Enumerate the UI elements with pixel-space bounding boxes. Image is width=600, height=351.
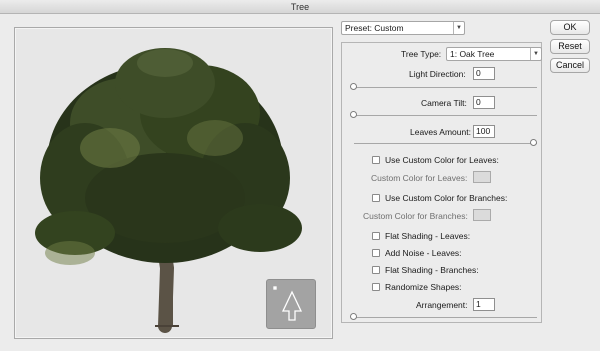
camera-tilt-field[interactable]: 0 — [473, 96, 495, 109]
tree-tool-button[interactable] — [266, 279, 316, 329]
tree-outline-icon — [273, 286, 303, 321]
camera-tilt-knob[interactable] — [350, 111, 357, 118]
preset-label: Preset: Custom — [345, 23, 404, 33]
tree-preview — [14, 27, 333, 339]
tree-type-label: Tree Type: — [401, 49, 442, 59]
leaves-amount-slider[interactable] — [354, 143, 537, 144]
reset-button[interactable]: Reset — [550, 39, 590, 54]
add-noise-leaves-checkbox[interactable] — [372, 249, 380, 257]
light-direction-knob[interactable] — [350, 83, 357, 90]
chevron-down-icon: ▼ — [453, 22, 464, 34]
flat-shading-leaves-label: Flat Shading - Leaves: — [385, 231, 471, 241]
cancel-button[interactable]: Cancel — [550, 58, 590, 73]
add-noise-leaves-label: Add Noise - Leaves: — [385, 248, 462, 258]
leaves-amount-label: Leaves Amount: — [410, 127, 471, 137]
custom-branches-color-checkbox[interactable] — [372, 194, 380, 202]
light-direction-field[interactable]: 0 — [473, 67, 495, 80]
leaves-amount-knob[interactable] — [530, 139, 537, 146]
light-direction-slider[interactable] — [354, 87, 537, 88]
custom-leaves-color-checkbox[interactable] — [372, 156, 380, 164]
flat-shading-leaves-checkbox[interactable] — [372, 232, 380, 240]
leaves-color-swatch-label: Custom Color for Leaves: — [371, 173, 468, 183]
ok-button[interactable]: OK — [550, 20, 590, 35]
light-direction-label: Light Direction: — [409, 69, 466, 79]
arrangement-knob[interactable] — [350, 313, 357, 320]
arrangement-label: Arrangement: — [416, 300, 468, 310]
options-panel: Tree Type: 1: Oak Tree ▼ Light Direction… — [341, 42, 542, 323]
custom-leaves-color-label: Use Custom Color for Leaves: — [385, 155, 499, 165]
branches-color-swatch[interactable] — [473, 209, 491, 221]
randomize-shapes-label: Randomize Shapes: — [385, 282, 462, 292]
chevron-down-icon: ▼ — [530, 48, 541, 60]
flat-shading-branches-checkbox[interactable] — [372, 266, 380, 274]
tree-type-value: 1: Oak Tree — [450, 49, 495, 59]
leaves-color-swatch[interactable] — [473, 171, 491, 183]
arrangement-slider[interactable] — [354, 317, 537, 318]
leaves-amount-field[interactable]: 100 — [473, 125, 495, 138]
window-titlebar: Tree — [0, 0, 600, 14]
camera-tilt-label: Camera Tilt: — [421, 98, 467, 108]
branches-color-swatch-label: Custom Color for Branches: — [363, 211, 468, 221]
randomize-shapes-checkbox[interactable] — [372, 283, 380, 291]
custom-branches-color-label: Use Custom Color for Branches: — [385, 193, 508, 203]
camera-tilt-slider[interactable] — [354, 115, 537, 116]
arrangement-field[interactable]: 1 — [473, 298, 495, 311]
window-title: Tree — [290, 2, 310, 12]
preset-select[interactable]: Preset: Custom ▼ — [341, 21, 465, 35]
flat-shading-branches-label: Flat Shading - Branches: — [385, 265, 479, 275]
tree-type-select[interactable]: 1: Oak Tree ▼ — [446, 47, 542, 61]
